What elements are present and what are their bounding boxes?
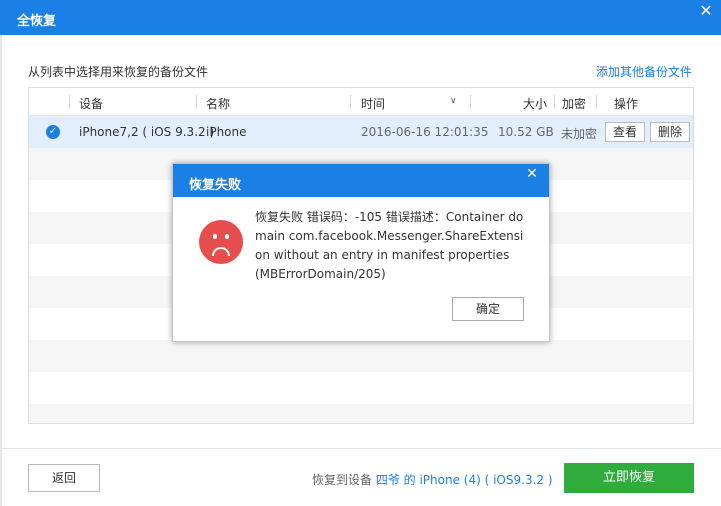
cell-name: iPhone: [206, 125, 247, 139]
cell-encrypt: 未加密: [561, 127, 598, 141]
table-row[interactable]: ✓ iPhone7,2 ( iOS 9.3.2 ) iPhone 2016-06…: [29, 116, 693, 148]
sad-face-mouth: [212, 247, 230, 256]
cell-time: 2016-06-16 12:01:35: [361, 125, 489, 139]
header-action: 操作: [614, 97, 639, 111]
cell-device: iPhone7,2 ( iOS 9.3.2 ): [79, 125, 215, 139]
add-other-backup-link[interactable]: 添加其他备份文件: [596, 63, 692, 80]
sad-face-eye: [225, 234, 229, 239]
sad-face-icon: [199, 220, 243, 264]
dialog-message: 恢复失败 错误码：-105 错误描述：Container domain com.…: [255, 210, 524, 281]
header-name: 名称: [206, 97, 231, 111]
page-subtitle: 从列表中选择用来恢复的备份文件: [28, 65, 209, 79]
dialog-header: 恢复失败 ✕: [173, 164, 549, 197]
header-size: 大小: [523, 97, 548, 111]
view-button[interactable]: 查看: [605, 122, 645, 142]
header-device: 设备: [79, 97, 104, 111]
table-header: 设备 名称 时间 ∨ 大小 加密 操作: [29, 88, 693, 116]
header-encrypt: 加密: [562, 97, 587, 111]
header-separator: [470, 95, 471, 109]
title-bar: 全恢复 ✕: [0, 0, 721, 35]
check-circle-icon[interactable]: ✓: [46, 125, 60, 139]
empty-row: [29, 340, 693, 372]
header-separator: [596, 95, 597, 109]
dialog-title: 恢复失败: [189, 178, 242, 193]
back-button[interactable]: 返回: [28, 464, 100, 492]
close-icon[interactable]: ✕: [691, 0, 721, 22]
header-separator: [69, 95, 70, 109]
restore-now-button[interactable]: 立即恢复: [564, 463, 694, 493]
sad-face-eye: [213, 234, 217, 239]
restore-to-label: 恢复到设备: [312, 473, 373, 487]
ok-button[interactable]: 确定: [452, 297, 524, 321]
empty-row: [29, 372, 693, 404]
window-title: 全恢复: [17, 14, 57, 29]
cell-size: 10.52 GB: [498, 125, 554, 139]
empty-row: [29, 404, 693, 423]
header-time[interactable]: 时间: [361, 95, 385, 112]
header-separator: [554, 95, 555, 109]
footer-divider: [0, 448, 721, 449]
target-device-label[interactable]: 四爷 的 iPhone (4) ( iOS9.3.2 ): [376, 473, 553, 487]
restore-target-info: 恢复到设备 四爷 的 iPhone (4) ( iOS9.3.2 ): [312, 471, 553, 488]
header-separator: [350, 95, 351, 109]
header-separator: [196, 95, 197, 109]
chevron-down-icon[interactable]: ∨: [450, 96, 457, 106]
error-dialog: 恢复失败 ✕ 恢复失败 错误码：-105 错误描述：Container doma…: [172, 163, 550, 342]
delete-button[interactable]: 删除: [650, 122, 690, 142]
window-edge: [0, 35, 2, 506]
close-icon[interactable]: ✕: [519, 164, 545, 184]
